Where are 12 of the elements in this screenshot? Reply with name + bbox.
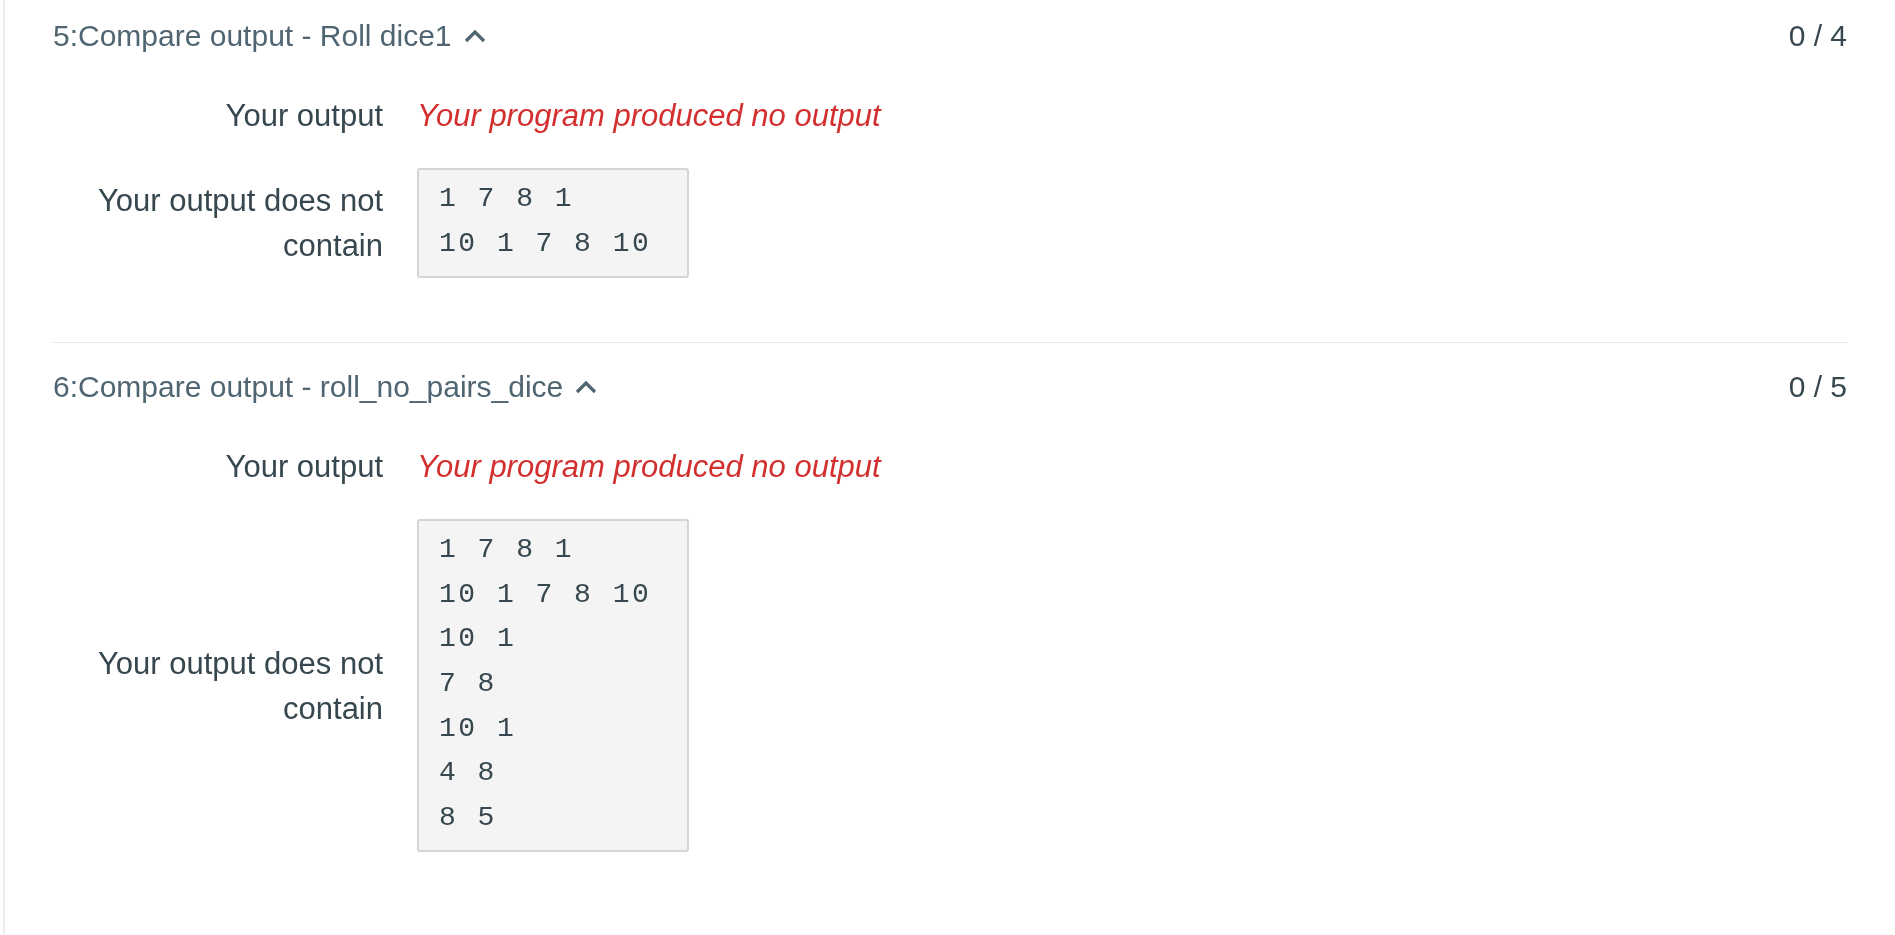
error-message: Your program produced no output	[417, 97, 881, 135]
error-message: Your program produced no output	[417, 448, 881, 487]
row-label: Your output	[224, 97, 383, 135]
row-label: Your output does not contain	[97, 182, 383, 266]
test-title-toggle[interactable]: 5:Compare output - Roll dice1	[53, 13, 486, 58]
test-score: 0 / 5	[1788, 369, 1847, 406]
expected-output-block: 1 7 8 1 10 1 7 8 10	[417, 168, 689, 279]
expected-output-block: 1 7 8 1 10 1 7 8 10 10 1 7 8 10 1 4 8 8 5	[417, 519, 689, 853]
test-title-toggle[interactable]: 6:Compare output - roll_no_pairs_dice	[53, 364, 598, 410]
row-label: Your output	[224, 448, 383, 487]
test-score: 0 / 4	[1788, 18, 1847, 54]
row-label: Your output does not contain	[97, 644, 383, 728]
